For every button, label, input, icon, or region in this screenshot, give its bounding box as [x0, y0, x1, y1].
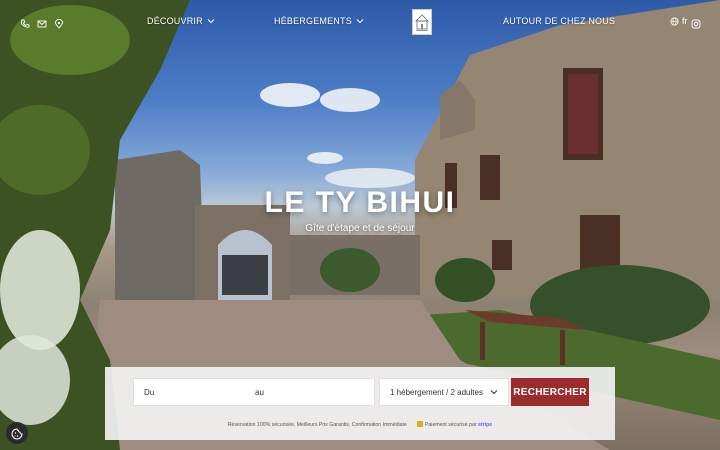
nav-hebergements[interactable]: HÉBERGEMENTS	[274, 16, 364, 26]
phone-icon[interactable]	[20, 16, 30, 28]
house-logo-icon	[415, 14, 429, 31]
cookie-settings-button[interactable]	[6, 422, 28, 444]
booking-search-panel: Du au 1 hébergement / 2 adultes RECHERCH…	[105, 367, 615, 440]
lock-icon	[416, 421, 423, 427]
guests-value: 1 hébergement / 2 adultes	[390, 387, 483, 397]
arrival-date-placeholder: Du	[144, 388, 155, 397]
globe-icon	[670, 16, 679, 26]
stripe-logo: stripe	[478, 422, 493, 428]
assurance-text: Réservation 100% sécurisée, Meilleurs Pr…	[227, 422, 407, 428]
hero-title: LE TY BIHUI	[264, 186, 456, 219]
chevron-down-icon	[356, 17, 364, 25]
contact-icons	[20, 16, 64, 29]
nav-autour[interactable]: AUTOUR DE CHEZ NOUS	[503, 16, 615, 26]
language-selector[interactable]: fr	[670, 16, 688, 26]
departure-date-field[interactable]: au	[245, 378, 375, 406]
hero-subtitle: Gîte d'étape et de séjour	[305, 223, 415, 234]
nav-decouvrir-label: DÉCOUVRIR	[147, 16, 203, 26]
chevron-down-icon	[207, 17, 215, 25]
site-logo[interactable]	[412, 9, 432, 35]
guests-select[interactable]: 1 hébergement / 2 adultes	[379, 378, 509, 406]
departure-date-placeholder: au	[255, 388, 264, 397]
search-button[interactable]: RECHERCHER	[511, 378, 589, 406]
top-navigation: DÉCOUVRIR HÉBERGEMENTS AUTOUR DE CHEZ NO…	[0, 0, 720, 44]
chevron-down-icon	[490, 388, 498, 396]
cookie-icon	[11, 427, 23, 440]
nav-hebergements-label: HÉBERGEMENTS	[274, 16, 352, 26]
nav-autour-label: AUTOUR DE CHEZ NOUS	[503, 16, 616, 26]
payment-text: Paiement sécurisé par	[424, 422, 477, 428]
map-pin-icon[interactable]	[54, 16, 64, 29]
mail-icon[interactable]	[37, 16, 47, 28]
instagram-icon[interactable]	[691, 16, 701, 29]
arrival-date-field[interactable]: Du	[133, 378, 255, 406]
booking-assurance: Réservation 100% sécurisée, Meilleurs Pr…	[105, 421, 615, 428]
language-label: fr	[682, 16, 688, 26]
nav-decouvrir[interactable]: DÉCOUVRIR	[147, 16, 215, 26]
